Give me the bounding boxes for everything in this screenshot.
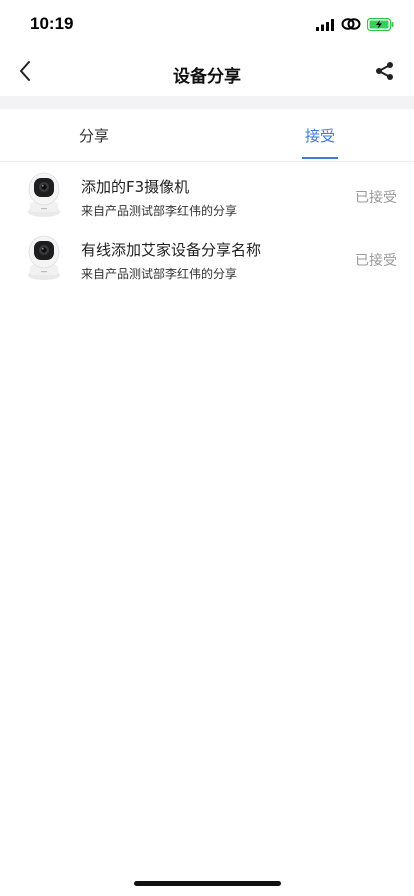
device-name: 添加的F3摄像机 (81, 178, 190, 196)
signal-icon (316, 16, 335, 35)
list-item[interactable]: 添加的F3摄像机 来自产品测试部李红伟的分享 已接受 (0, 163, 414, 226)
share-icon (375, 61, 395, 85)
status-badge: 已接受 (355, 253, 397, 269)
status-icons (316, 16, 394, 35)
device-list: 添加的F3摄像机 来自产品测试部李红伟的分享 已接受 有线添加艾家设备分享名称 … (0, 163, 414, 289)
tab-share[interactable]: 分享 (44, 109, 144, 161)
camera-icon (26, 235, 62, 281)
battery-icon (366, 16, 394, 35)
tab-receive[interactable]: 接受 (270, 109, 370, 161)
link-icon (341, 16, 361, 35)
device-name: 有线添加艾家设备分享名称 (81, 241, 262, 259)
status-bar: 10:19 (0, 0, 414, 50)
status-time: 10:19 (30, 14, 74, 33)
home-indicator (134, 881, 281, 886)
header-separator (0, 96, 414, 109)
camera-icon (26, 172, 62, 218)
share-button[interactable] (370, 58, 400, 88)
active-tab-indicator (302, 157, 338, 159)
status-badge: 已接受 (355, 190, 397, 206)
device-share-source: 来自产品测试部李红伟的分享 (81, 267, 238, 281)
device-share-source: 来自产品测试部李红伟的分享 (81, 204, 238, 218)
page-title: 设备分享 (173, 67, 241, 87)
list-item[interactable]: 有线添加艾家设备分享名称 来自产品测试部李红伟的分享 已接受 (0, 226, 414, 289)
tab-bar: 分享 接受 (0, 109, 414, 162)
nav-bar: 设备分享 (0, 50, 414, 96)
